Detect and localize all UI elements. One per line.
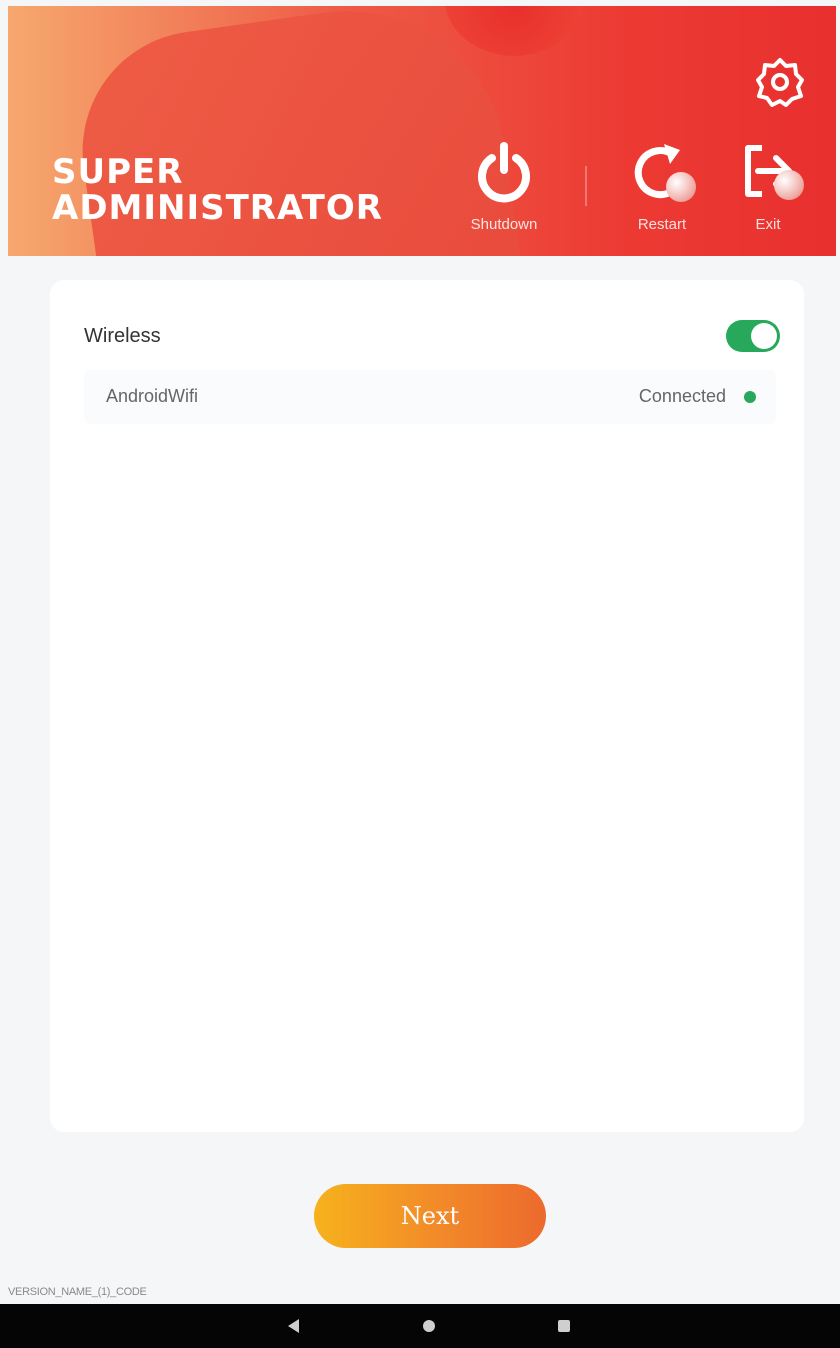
toggle-thumb <box>751 323 777 349</box>
connected-status-dot <box>744 391 756 403</box>
restart-button[interactable]: Restart <box>617 136 707 246</box>
header-decoration-circle <box>444 6 584 56</box>
page-title: SUPER ADMINISTRATOR <box>52 154 383 226</box>
back-triangle-icon[interactable] <box>288 1319 299 1333</box>
wifi-connection-status: Connected <box>638 386 726 406</box>
app-screen: SUPER ADMINISTRATOR Shutdown Restart Exi… <box>8 6 836 1302</box>
title-line-1: SUPER <box>52 152 184 192</box>
exit-button[interactable]: Exit <box>723 136 813 246</box>
version-label: VERSION_NAME_(1)_CODE <box>8 1286 147 1298</box>
wifi-network-name: AndroidWifi <box>106 386 199 406</box>
gear-icon <box>756 58 804 107</box>
title-line-2: ADMINISTRATOR <box>52 188 383 228</box>
shutdown-button[interactable]: Shutdown <box>459 136 549 246</box>
restart-label: Restart <box>637 216 687 233</box>
shutdown-label: Shutdown <box>470 216 538 233</box>
restart-badge <box>666 172 696 202</box>
header-banner: SUPER ADMINISTRATOR Shutdown Restart Exi… <box>8 6 836 256</box>
action-divider <box>585 166 587 206</box>
wireless-toggle[interactable] <box>726 320 780 352</box>
power-icon <box>478 142 530 203</box>
recents-square-icon[interactable] <box>558 1320 570 1332</box>
system-navigation-bar <box>0 1304 840 1348</box>
next-button[interactable]: Next <box>314 1184 546 1248</box>
wireless-card: Wireless AndroidWifi Connected <box>50 280 804 1132</box>
exit-label: Exit <box>755 216 781 233</box>
wireless-label: Wireless <box>84 325 161 347</box>
exit-badge <box>774 170 804 200</box>
wifi-network-item[interactable]: AndroidWifi Connected <box>84 370 776 424</box>
home-circle-icon[interactable] <box>423 1320 435 1332</box>
wireless-row: Wireless <box>84 316 780 360</box>
settings-button[interactable] <box>752 54 808 110</box>
